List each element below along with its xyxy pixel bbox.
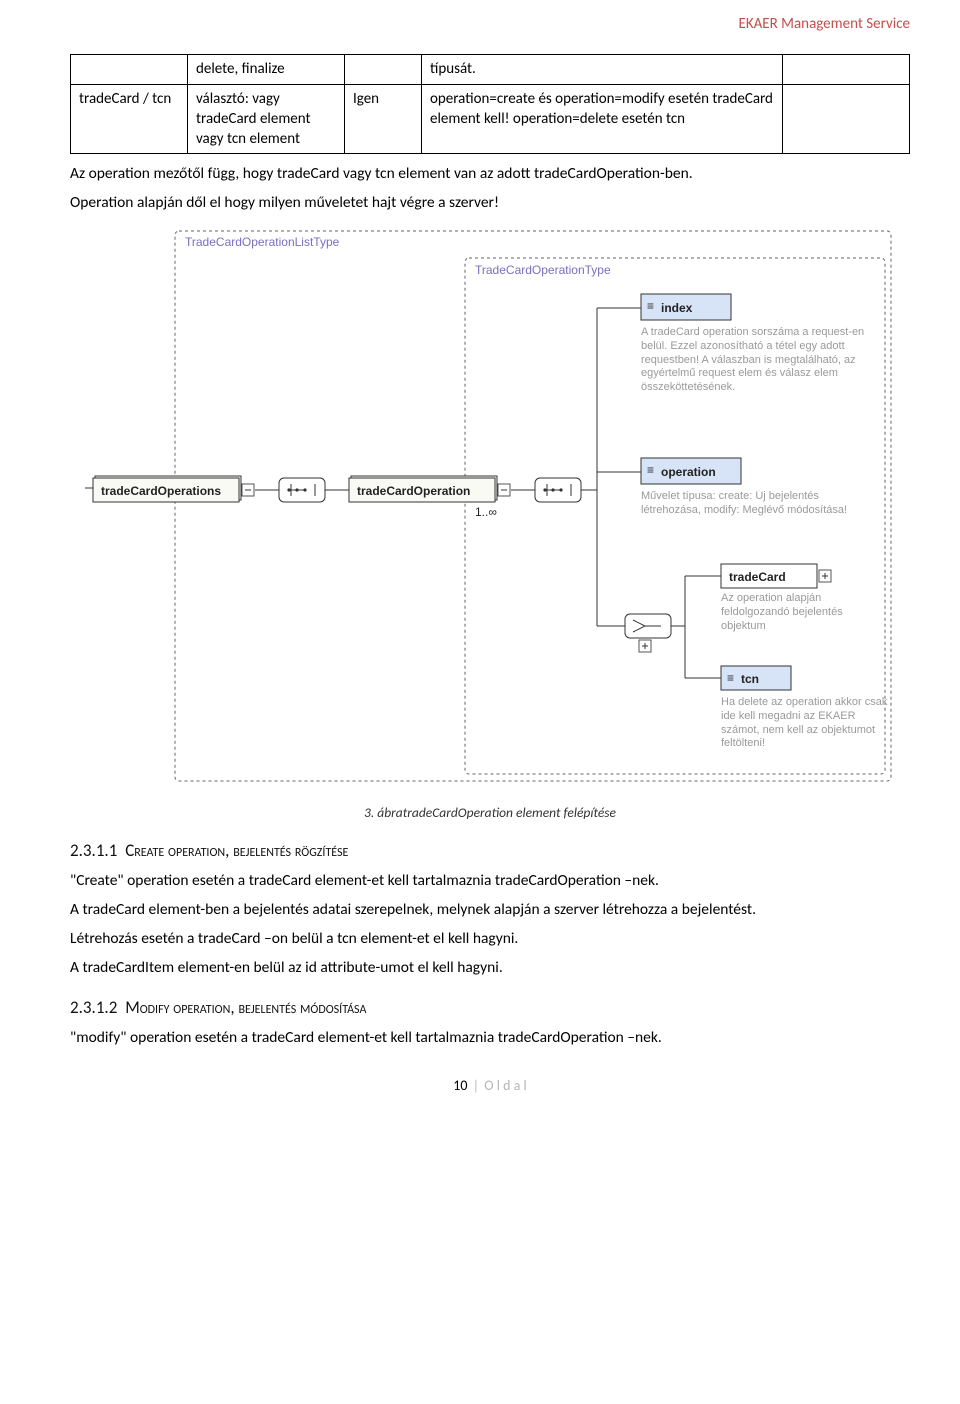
- cell: [71, 55, 188, 84]
- diagram-field-operation: operation: [661, 465, 716, 479]
- param-table: delete, finalize típusát. tradeCard / tc…: [70, 54, 910, 154]
- diagram-desc: Művelet típusa: create: Új bejelentés lé…: [641, 490, 871, 518]
- diagram-label: TradeCardOperationType: [475, 263, 611, 277]
- svg-text:≡: ≡: [727, 671, 734, 685]
- diagram-label: TradeCardOperationListType: [185, 235, 340, 249]
- diagram-field-tcn: tcn: [741, 672, 759, 686]
- heading-create-operation: 2.3.1.1 Create operation, bejelentés rög…: [70, 840, 910, 863]
- diagram-desc: Ha delete az operation akkor csak ide ke…: [721, 696, 889, 751]
- heading-number: 2.3.1.1: [70, 840, 117, 861]
- paragraph: "Create" operation esetén a tradeCard el…: [70, 871, 910, 892]
- cell: választó: vagy tradeCard element vagy tc…: [188, 84, 345, 154]
- cell: tradeCard / tcn: [71, 84, 188, 154]
- cell: Igen: [345, 84, 422, 154]
- cell: [345, 55, 422, 84]
- cell: típusát.: [422, 55, 783, 84]
- paragraph: Operation alapján dől el hogy milyen műv…: [70, 193, 910, 214]
- heading-modify-operation: 2.3.1.2 Modify operation, bejelentés mód…: [70, 997, 910, 1020]
- diagram-node: tradeCardOperation: [357, 484, 470, 498]
- diagram-desc: Az operation alapján feldolgozandó bejel…: [721, 592, 881, 633]
- cell: delete, finalize: [188, 55, 345, 84]
- cell: [783, 55, 910, 84]
- diagram-node: tradeCardOperations: [101, 484, 221, 498]
- diagram-multiplicity: 1..∞: [475, 505, 497, 519]
- diagram-desc: A tradeCard operation sorszáma a request…: [641, 326, 871, 395]
- page-footer: 10 | O l d a l: [70, 1077, 910, 1096]
- schema-diagram: TradeCardOperationListType TradeCardOper…: [85, 226, 895, 786]
- heading-text: Create operation, bejelentés rögzítése: [125, 840, 348, 861]
- footer-label: O l d a l: [484, 1077, 526, 1094]
- page-number: 10: [453, 1077, 467, 1094]
- paragraph: A tradeCardItem element-en belül az id a…: [70, 958, 910, 979]
- paragraph: A tradeCard element-ben a bejelentés ada…: [70, 900, 910, 921]
- svg-text:≡: ≡: [647, 299, 654, 313]
- diagram-field-tradecard: tradeCard: [729, 570, 786, 584]
- footer-sep: |: [470, 1077, 483, 1094]
- cell: [783, 84, 910, 154]
- paragraph: Létrehozás esetén a tradeCard –on belül …: [70, 929, 910, 950]
- paragraph: Az operation mezőtől függ, hogy tradeCar…: [70, 164, 910, 185]
- table-row: delete, finalize típusát.: [71, 55, 910, 84]
- figure-caption: 3. ábratradeCardOperation element felépí…: [70, 804, 910, 822]
- heading-text: Modify operation, bejelentés módosítása: [125, 997, 366, 1018]
- table-row: tradeCard / tcn választó: vagy tradeCard…: [71, 84, 910, 154]
- svg-text:≡: ≡: [647, 463, 654, 477]
- paragraph: "modify" operation esetén a tradeCard el…: [70, 1028, 910, 1049]
- heading-number: 2.3.1.2: [70, 997, 117, 1018]
- cell: operation=create és operation=modify ese…: [422, 84, 783, 154]
- diagram-field-index: index: [661, 301, 693, 315]
- page-header: EKAER Management Service: [70, 0, 910, 54]
